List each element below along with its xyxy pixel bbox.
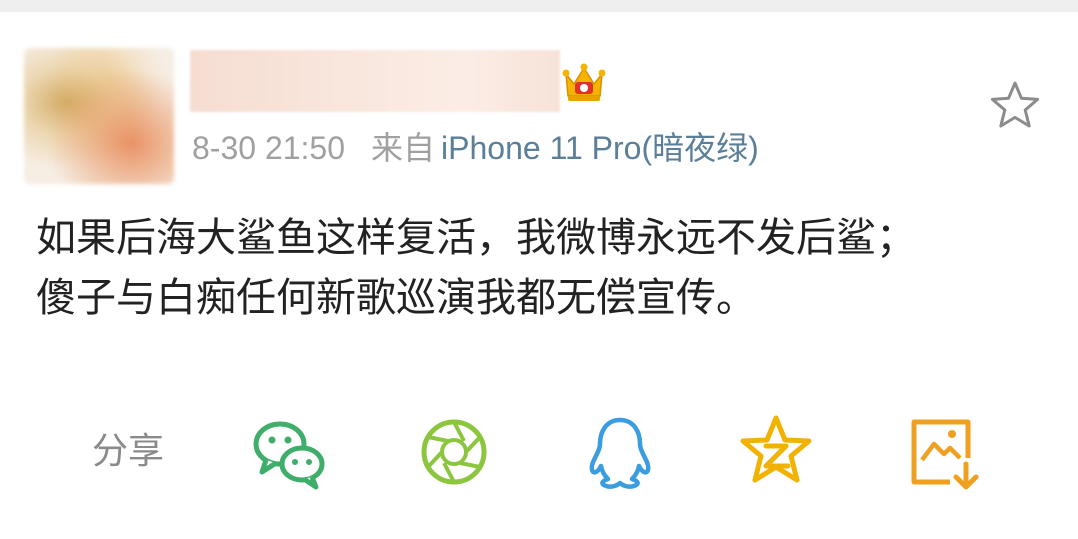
favorite-star-button[interactable] (989, 80, 1041, 130)
share-bar: 分享 (0, 410, 1078, 494)
post-card: 8-30 21:50 来自 iPhone 11 Pro(暗夜绿) 如果后海大鲨鱼这样… (0, 12, 1078, 539)
share-moments-button[interactable] (412, 410, 496, 494)
username-blurred[interactable] (190, 50, 560, 112)
share-qzone-button[interactable] (734, 410, 818, 494)
save-image-icon (911, 419, 979, 490)
device-source-link[interactable]: iPhone 11 Pro(暗夜绿) (441, 130, 759, 166)
star-outline-icon (990, 81, 1040, 128)
top-divider-strip (0, 0, 1078, 12)
share-label: 分享 (92, 431, 165, 472)
share-wechat-button[interactable] (246, 410, 330, 494)
qq-icon (589, 417, 651, 489)
share-qq-button[interactable] (578, 410, 662, 494)
post-content: 如果后海大鲨鱼这样复活，我微博永远不发后鲨； 傻子与白痴任何新歌巡演我都无偿宣传… (36, 208, 1046, 328)
qzone-icon (740, 415, 812, 483)
source-label: 来自 (371, 130, 436, 166)
post-content-line: 如果后海大鲨鱼这样复活，我微博永远不发后鲨； (36, 215, 916, 261)
avatar[interactable] (24, 48, 174, 184)
save-image-button[interactable] (900, 410, 984, 494)
wechat-moments-icon (421, 419, 487, 485)
wechat-icon (253, 421, 325, 490)
post-meta: 8-30 21:50 来自 iPhone 11 Pro(暗夜绿) (192, 128, 759, 168)
crown-icon (560, 60, 608, 104)
post-content-line: 傻子与白痴任何新歌巡演我都无偿宣传。 (36, 275, 756, 321)
post-timestamp: 8-30 21:50 (192, 130, 346, 166)
